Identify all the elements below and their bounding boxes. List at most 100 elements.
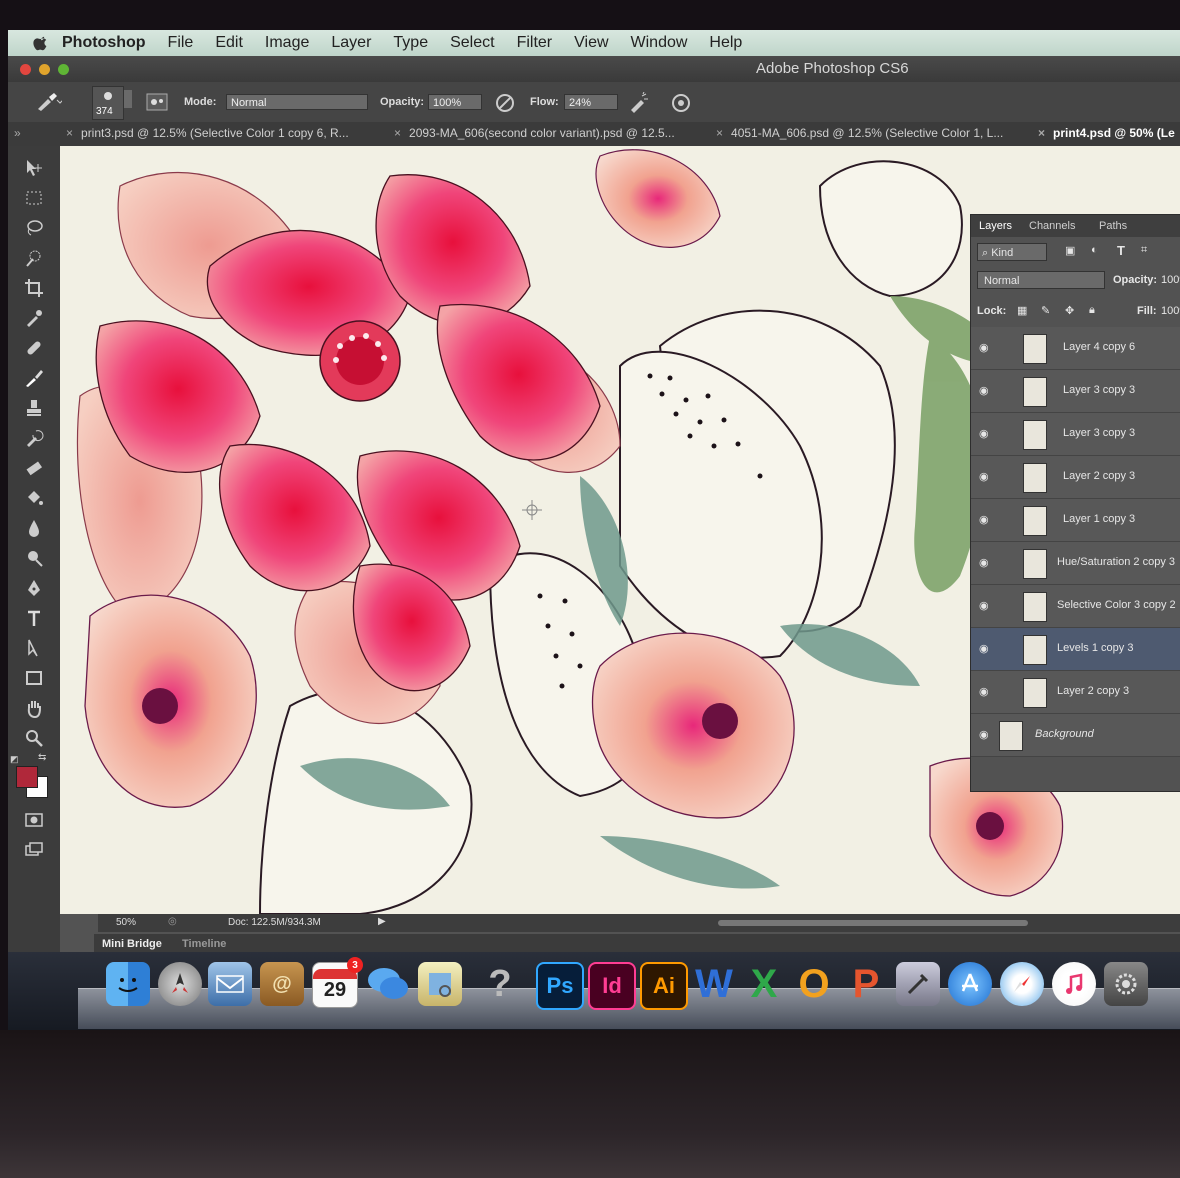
word-dock-icon[interactable]: W <box>692 962 736 1006</box>
visibility-eye-icon[interactable]: ◉ <box>979 642 991 655</box>
marquee-tool-icon[interactable] <box>24 188 44 208</box>
launchpad-icon[interactable] <box>158 962 202 1006</box>
tab-4051-ma-606[interactable]: × 4051-MA_606.psd @ 12.5% (Selective Colo… <box>716 126 1003 140</box>
brush-tool-preset-icon[interactable] <box>36 92 62 112</box>
type-tool-icon[interactable] <box>24 608 44 628</box>
lasso-tool-icon[interactable] <box>24 218 44 238</box>
tab-layers[interactable]: Layers <box>979 220 1012 232</box>
clone-stamp-tool-icon[interactable] <box>24 398 44 418</box>
healing-brush-tool-icon[interactable] <box>24 338 44 358</box>
close-window-button[interactable] <box>20 64 31 75</box>
visibility-eye-icon[interactable]: ◉ <box>979 513 991 526</box>
lock-image-icon[interactable]: ✎ <box>1041 304 1050 317</box>
brush-tool-icon[interactable] <box>24 368 44 388</box>
filter-pixel-icon[interactable]: ▣ <box>1065 244 1075 257</box>
panel-collapse-icon[interactable]: » <box>14 126 21 140</box>
lock-position-icon[interactable]: ✥ <box>1065 304 1074 317</box>
lock-all-icon[interactable]: 🔒︎ <box>1089 304 1095 317</box>
close-tab-icon[interactable]: × <box>1038 126 1045 140</box>
powerpoint-dock-icon[interactable]: P <box>844 962 888 1006</box>
utility-dock-icon[interactable] <box>896 962 940 1006</box>
move-tool-icon[interactable] <box>24 158 44 178</box>
finder-icon[interactable] <box>106 962 150 1006</box>
status-menu-arrow-icon[interactable]: ▶ <box>378 916 386 927</box>
excel-dock-icon[interactable]: X <box>742 962 786 1006</box>
mode-select[interactable]: Normal <box>226 94 368 110</box>
visibility-eye-icon[interactable]: ◉ <box>979 470 991 483</box>
tab-mini-bridge[interactable]: Mini Bridge <box>102 938 162 950</box>
menu-app-photoshop[interactable]: Photoshop <box>62 34 146 52</box>
close-tab-icon[interactable]: × <box>716 126 723 140</box>
zoom-tool-icon[interactable] <box>24 728 44 748</box>
menu-type[interactable]: Type <box>393 34 428 52</box>
layer-filter-select[interactable]: ⌕ Kind <box>977 243 1047 261</box>
layer-row[interactable]: ◉ Layer 4 copy 6 <box>971 327 1180 370</box>
menu-select[interactable]: Select <box>450 34 494 52</box>
pressure-opacity-icon[interactable] <box>494 92 516 114</box>
crop-tool-icon[interactable] <box>24 278 44 298</box>
visibility-eye-icon[interactable]: ◉ <box>979 685 991 698</box>
app-store-icon[interactable] <box>948 962 992 1006</box>
menu-filter[interactable]: Filter <box>517 34 553 52</box>
tab-print3[interactable]: × print3.psd @ 12.5% (Selective Color 1 c… <box>66 126 349 140</box>
zoom-options-icon[interactable]: ◎ <box>168 916 177 927</box>
flow-input[interactable]: 24% <box>564 94 618 110</box>
visibility-eye-icon[interactable]: ◉ <box>979 728 991 741</box>
menu-help[interactable]: Help <box>709 34 742 52</box>
filter-shape-icon[interactable]: ⌗ <box>1141 244 1147 257</box>
opacity-input[interactable]: 100% <box>428 94 482 110</box>
photoshop-dock-icon[interactable]: Ps <box>536 962 584 1010</box>
mail-icon[interactable] <box>208 962 252 1006</box>
itunes-icon[interactable] <box>1052 962 1096 1006</box>
screen-mode-icon[interactable] <box>24 840 44 860</box>
menu-edit[interactable]: Edit <box>215 34 243 52</box>
layer-row[interactable]: ◉ Layer 3 copy 3 <box>971 370 1180 413</box>
outlook-dock-icon[interactable]: O <box>792 962 836 1006</box>
minimize-window-button[interactable] <box>39 64 50 75</box>
apple-logo-icon[interactable] <box>30 34 52 52</box>
visibility-eye-icon[interactable]: ◉ <box>979 341 991 354</box>
menu-window[interactable]: Window <box>631 34 688 52</box>
visibility-eye-icon[interactable]: ◉ <box>979 427 991 440</box>
lock-transparent-icon[interactable]: ▦ <box>1017 304 1027 317</box>
messages-icon[interactable] <box>366 962 410 1006</box>
blend-mode-select[interactable]: Normal <box>977 271 1105 289</box>
layer-row[interactable]: ◉ Hue/Saturation 2 copy 3 <box>971 542 1180 585</box>
visibility-eye-icon[interactable]: ◉ <box>979 556 991 569</box>
swap-colors-icon[interactable]: ⇆ <box>38 752 46 763</box>
visibility-eye-icon[interactable]: ◉ <box>979 384 991 397</box>
zoom-window-button[interactable] <box>58 64 69 75</box>
menu-layer[interactable]: Layer <box>331 34 371 52</box>
paint-bucket-tool-icon[interactable] <box>24 488 44 508</box>
layer-row-background[interactable]: ◉ Background <box>971 714 1180 757</box>
layer-row[interactable]: ◉ Layer 2 copy 3 <box>971 671 1180 714</box>
menu-view[interactable]: View <box>574 34 608 52</box>
filter-adjustment-icon[interactable]: ◐ <box>1091 244 1098 256</box>
layer-row[interactable]: ◉ Layer 2 copy 3 <box>971 456 1180 499</box>
pressure-size-icon[interactable] <box>670 92 692 114</box>
help-icon[interactable]: ? <box>478 962 522 1006</box>
eyedropper-tool-icon[interactable] <box>24 308 44 328</box>
quick-selection-tool-icon[interactable] <box>24 248 44 268</box>
close-tab-icon[interactable]: × <box>66 126 73 140</box>
dodge-tool-icon[interactable] <box>24 548 44 568</box>
calendar-icon[interactable]: 29 3 <box>312 957 363 1008</box>
layer-row[interactable]: ◉ Selective Color 3 copy 2 <box>971 585 1180 628</box>
tab-print4[interactable]: × print4.psd @ 50% (Le <box>1038 126 1175 140</box>
indesign-dock-icon[interactable]: Id <box>588 962 636 1010</box>
default-colors-icon[interactable]: ◩ <box>10 754 19 765</box>
visibility-eye-icon[interactable]: ◉ <box>979 599 991 612</box>
hand-tool-icon[interactable] <box>24 698 44 718</box>
safari-icon[interactable] <box>1000 962 1044 1006</box>
tab-channels[interactable]: Channels <box>1029 220 1075 232</box>
layer-row-selected[interactable]: ◉ Levels 1 copy 3 <box>971 628 1180 671</box>
path-selection-tool-icon[interactable] <box>24 638 44 658</box>
system-preferences-icon[interactable] <box>1104 962 1148 1006</box>
airbrush-icon[interactable] <box>628 92 650 114</box>
illustrator-dock-icon[interactable]: Ai <box>640 962 688 1010</box>
tab-timeline[interactable]: Timeline <box>182 938 226 950</box>
brush-size-picker[interactable]: 374 <box>92 86 124 120</box>
eraser-tool-icon[interactable] <box>24 458 44 478</box>
tab-paths[interactable]: Paths <box>1099 220 1127 232</box>
filter-type-icon[interactable]: T <box>1117 243 1125 258</box>
